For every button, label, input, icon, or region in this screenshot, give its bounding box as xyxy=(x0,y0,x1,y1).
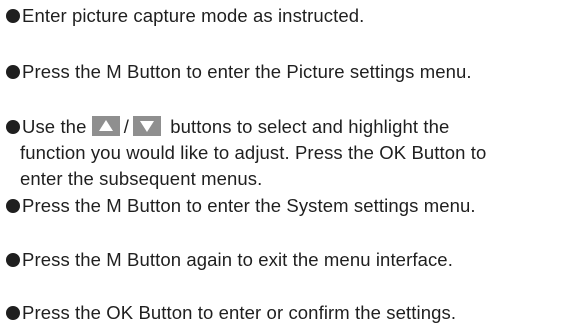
instruction-text: Press the M Button again to exit the men… xyxy=(22,249,453,270)
bullet-icon xyxy=(6,199,20,213)
separator-slash: / xyxy=(123,116,129,137)
instruction-text: Enter picture capture mode as instructed… xyxy=(22,5,365,26)
instruction-text: Press the M Button to enter the System s… xyxy=(22,195,476,216)
instruction-item: Press the M Button again to exit the men… xyxy=(6,247,453,273)
bullet-icon xyxy=(6,253,20,267)
instruction-text: Press the M Button to enter the Picture … xyxy=(22,61,472,82)
bullet-icon xyxy=(6,9,20,23)
instruction-item: Press the M Button to enter the Picture … xyxy=(6,59,472,85)
instruction-continuation: function you would like to adjust. Press… xyxy=(20,142,487,163)
down-arrow-button-icon xyxy=(132,116,161,136)
instruction-continuation: enter the subsequent menus. xyxy=(20,168,263,189)
instruction-item: Use the / buttons to select and highligh… xyxy=(6,114,449,140)
bullet-icon xyxy=(6,120,20,134)
instruction-text-suffix: buttons to select and highlight the xyxy=(170,116,450,137)
instruction-item: Enter picture capture mode as instructed… xyxy=(6,3,364,29)
instruction-item: Press the M Button to enter the System s… xyxy=(6,193,476,219)
instruction-text: Press the OK Button to enter or confirm … xyxy=(22,302,457,323)
instruction-item: Press the OK Button to enter or confirm … xyxy=(6,300,456,326)
bullet-icon xyxy=(6,65,20,79)
up-arrow-button-icon xyxy=(91,116,120,136)
bullet-icon xyxy=(6,306,20,320)
instruction-text-prefix: Use the xyxy=(22,116,87,137)
